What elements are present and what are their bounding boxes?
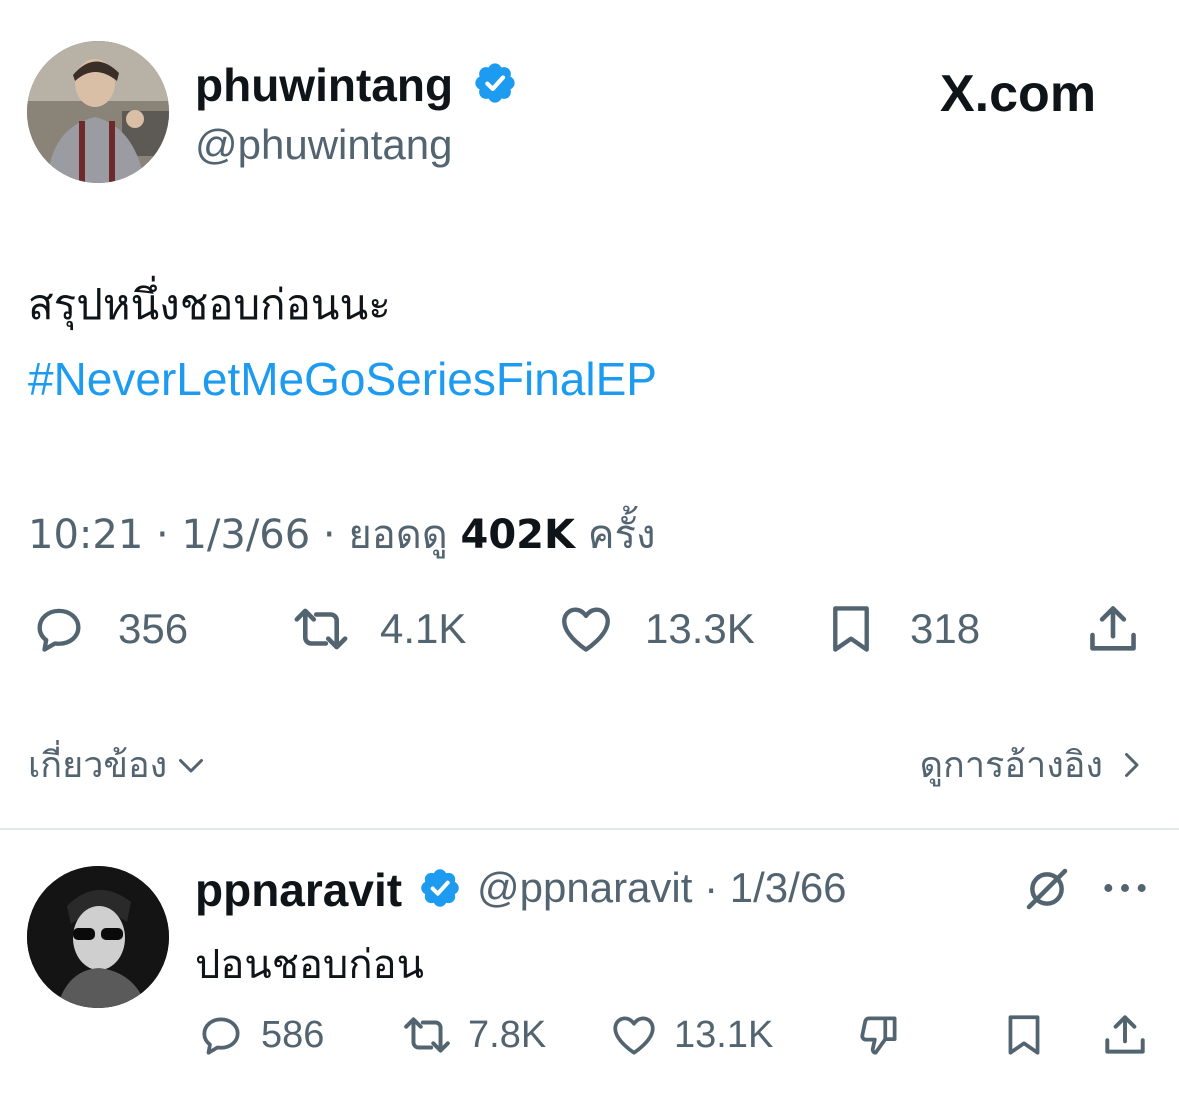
- tweet-meta: 10:21 · 1/3/66 · ยอดดู 402K ครั้ง: [28, 502, 655, 566]
- more-options-icon[interactable]: [1100, 870, 1150, 911]
- author-display-name[interactable]: phuwintang: [195, 62, 453, 108]
- like-count: 13.3K: [645, 605, 755, 652]
- reply-separator: ·: [704, 864, 719, 911]
- reply-meta: @ppnaravit · 1/3/66: [477, 867, 847, 909]
- like-button[interactable]: 13.3K: [553, 600, 755, 658]
- share-icon: [1105, 1015, 1145, 1054]
- bookmark-button[interactable]: 318: [822, 600, 980, 658]
- repost-icon: [404, 1017, 450, 1053]
- reply-like-count: 13.1K: [674, 1013, 774, 1056]
- views-suffix: ครั้ง: [587, 512, 656, 558]
- repost-count: 4.1K: [380, 605, 467, 652]
- chevron-down-icon: [179, 758, 204, 772]
- reply-reply-count: 586: [261, 1013, 325, 1056]
- meta-separator: ·: [156, 512, 169, 558]
- author-avatar[interactable]: [27, 41, 169, 183]
- verified-badge-icon: [472, 60, 518, 106]
- tweet-time[interactable]: 10:21: [28, 512, 143, 558]
- reply-share-button[interactable]: [1098, 1010, 1152, 1065]
- reply-avatar[interactable]: [27, 866, 169, 1008]
- reply-text: ปอนชอบก่อน: [195, 942, 424, 988]
- heart-icon: [613, 1016, 655, 1055]
- bookmark-icon: [833, 606, 869, 652]
- bookmark-count: 318: [910, 605, 981, 652]
- reply-count: 356: [118, 605, 189, 652]
- tweet-text: สรุปหนึ่งชอบก่อนนะ: [28, 280, 391, 329]
- divider: [0, 828, 1179, 830]
- share-icon: [1090, 606, 1136, 651]
- repost-icon: [294, 608, 348, 650]
- brand-label: X.com: [940, 65, 1097, 123]
- grok-icon[interactable]: [1020, 862, 1074, 921]
- reply-repost-button[interactable]: 7.8K: [398, 1010, 546, 1060]
- views-count: 402K: [460, 512, 575, 558]
- reply-button[interactable]: 356: [28, 600, 188, 658]
- views-prefix: ยอดดู: [348, 512, 448, 558]
- reply-display-name[interactable]: ppnaravit: [195, 867, 402, 913]
- author-avatar-photo: [27, 41, 169, 183]
- author-handle[interactable]: @phuwintang: [195, 124, 452, 166]
- reply-icon: [37, 608, 81, 652]
- reply-repost-count: 7.8K: [468, 1013, 547, 1056]
- bookmark-icon: [1008, 1015, 1040, 1055]
- related-toggle[interactable]: เกี่ยวข้อง: [28, 736, 209, 793]
- thumbs-down-icon: [860, 1016, 897, 1055]
- reply-date[interactable]: 1/3/66: [730, 864, 847, 911]
- reply-icon: [202, 1017, 240, 1055]
- tweet-date[interactable]: 1/3/66: [181, 512, 310, 558]
- reply-dislike-button[interactable]: [852, 1010, 906, 1065]
- reply-like-button[interactable]: 13.1K: [606, 1010, 773, 1060]
- heart-icon: [562, 607, 610, 652]
- share-button[interactable]: [1082, 600, 1144, 663]
- reply-avatar-photo: [27, 866, 169, 1008]
- related-label: เกี่ยวข้อง: [28, 745, 168, 786]
- repost-button[interactable]: 4.1K: [286, 600, 466, 658]
- reply-handle[interactable]: @ppnaravit: [477, 864, 692, 911]
- view-quotes-link[interactable]: ดูการอ้างอิง: [920, 736, 1149, 793]
- reply-bookmark-button[interactable]: [998, 1010, 1050, 1065]
- chevron-right-icon: [1125, 752, 1139, 777]
- reply-reply-button[interactable]: 586: [195, 1010, 324, 1060]
- reply-verified-badge-icon: [418, 866, 462, 910]
- view-quotes-label: ดูการอ้างอิง: [919, 745, 1103, 786]
- meta-separator: ·: [322, 512, 336, 558]
- tweet-hashtag-link[interactable]: #NeverLetMeGoSeriesFinalEP: [28, 352, 657, 406]
